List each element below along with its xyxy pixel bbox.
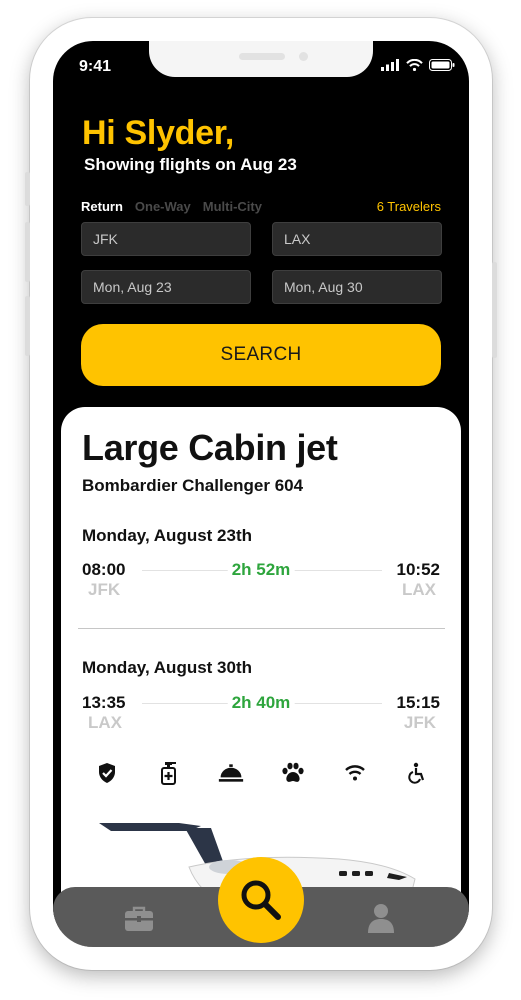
- amenities-row: [94, 760, 430, 786]
- return-arrival-time: 15:15: [396, 693, 440, 712]
- destination-field[interactable]: LAX: [272, 222, 442, 256]
- catering-icon: [218, 760, 244, 786]
- flights-subtitle: Showing flights on Aug 23: [84, 155, 297, 174]
- battery-icon: [429, 59, 455, 71]
- return-departure-time: 13:35: [82, 693, 126, 712]
- accessibility-icon: [404, 760, 430, 786]
- speaker-grille: [239, 53, 285, 60]
- search-icon: [241, 880, 281, 920]
- search-fab-button[interactable]: [218, 857, 304, 943]
- outbound-arrival-airport: LAX: [402, 580, 436, 599]
- signal-icon: [381, 59, 399, 71]
- front-camera: [299, 52, 308, 61]
- pet-icon: [280, 760, 306, 786]
- tab-return[interactable]: Return: [81, 199, 123, 214]
- power-button: [492, 262, 497, 358]
- briefcase-icon[interactable]: [123, 905, 155, 933]
- outbound-duration: 2h 52m: [227, 560, 295, 580]
- outbound-arrival-time: 10:52: [396, 560, 440, 579]
- outbound-leg: 08:00 JFK 2h 52m 10:52 LAX: [82, 560, 440, 600]
- leg-divider: [78, 628, 445, 629]
- status-time: 9:41: [79, 58, 112, 75]
- return-date: Monday, August 30th: [82, 658, 252, 677]
- volume-up-button: [25, 222, 30, 282]
- wifi-status-icon: [406, 59, 423, 71]
- tab-multi-city[interactable]: Multi-City: [203, 199, 262, 214]
- shield-icon: [94, 760, 120, 786]
- return-arrival-airport: JFK: [403, 713, 436, 732]
- sanitizer-icon: [156, 760, 182, 786]
- jet-category: Large Cabin jet: [82, 427, 338, 468]
- outbound-date: Monday, August 23th: [82, 526, 252, 545]
- return-duration: 2h 40m: [227, 693, 295, 713]
- tab-one-way[interactable]: One-Way: [135, 199, 191, 214]
- return-date-field[interactable]: Mon, Aug 30: [272, 270, 442, 304]
- trip-type-tabs: Return One-Way Multi-City: [81, 199, 262, 214]
- origin-field[interactable]: JFK: [81, 222, 251, 256]
- profile-icon[interactable]: [365, 901, 397, 933]
- travelers-selector[interactable]: 6 Travelers: [377, 199, 441, 214]
- outbound-departure-airport: JFK: [88, 580, 121, 599]
- wifi-icon: [342, 760, 368, 786]
- return-leg: 13:35 LAX 2h 40m 15:15 JFK: [82, 693, 440, 733]
- return-departure-airport: LAX: [88, 713, 122, 732]
- greeting: Hi Slyder,: [82, 114, 234, 152]
- aircraft-model: Bombardier Challenger 604: [82, 476, 304, 495]
- mute-switch: [25, 172, 30, 206]
- volume-down-button: [25, 296, 30, 356]
- search-button[interactable]: SEARCH: [81, 324, 441, 386]
- depart-date-field[interactable]: Mon, Aug 23: [81, 270, 251, 304]
- status-icons: [381, 59, 455, 71]
- notch: [149, 41, 373, 77]
- outbound-departure-time: 08:00: [82, 560, 126, 579]
- app-screen: 9:41 Hi Slyder, Showing flights on Aug 2…: [53, 41, 469, 947]
